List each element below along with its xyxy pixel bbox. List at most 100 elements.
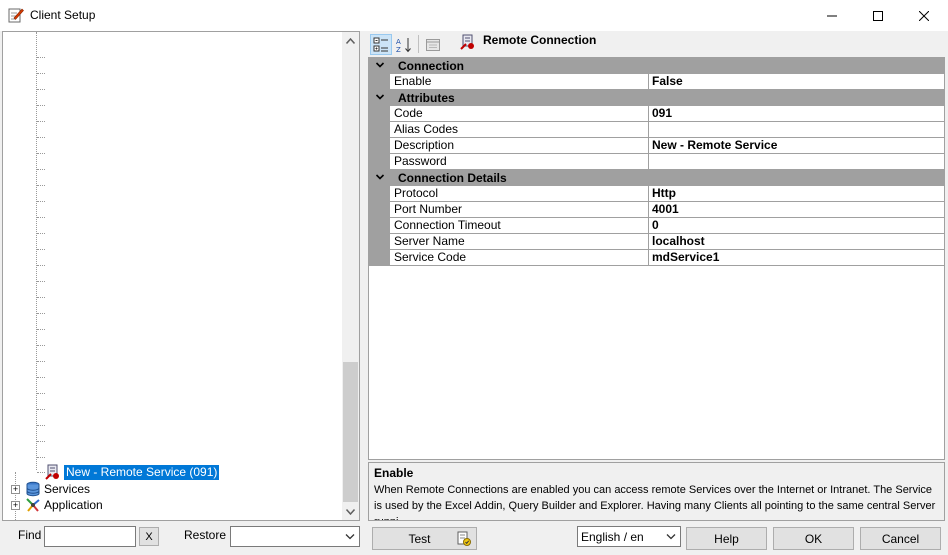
expand-services-button[interactable]: + [11, 485, 20, 494]
tree-guide-tick [37, 249, 45, 250]
property-name[interactable]: Code [390, 106, 648, 122]
row-margin [369, 122, 390, 138]
property-value[interactable]: Http [648, 186, 944, 202]
tree-item-label[interactable]: Application [44, 498, 103, 512]
property-value[interactable] [648, 122, 944, 138]
expand-application-button[interactable]: + [11, 501, 20, 510]
tree-guide-tick [37, 185, 45, 186]
tree-scrollbar[interactable] [342, 32, 359, 520]
tree-guide-line [36, 32, 37, 470]
property-value[interactable]: localhost [648, 234, 944, 250]
tree-guide-tick [37, 297, 45, 298]
property-value[interactable] [648, 154, 944, 170]
close-button[interactable] [901, 0, 947, 31]
tree-guide-tick [37, 169, 45, 170]
collapse-chevron-icon [375, 94, 385, 100]
description-text: When Remote Connections are enabled you … [374, 484, 936, 520]
tree-guide-tick [37, 73, 45, 74]
property-name[interactable]: Protocol [390, 186, 648, 202]
tree-item-application[interactable]: Application [25, 497, 103, 513]
property-value[interactable]: 0 [648, 218, 944, 234]
window-title: Client Setup [30, 8, 96, 22]
chevron-down-icon [346, 508, 355, 515]
category-attributes[interactable]: Attributes [369, 90, 944, 106]
tree-item-label[interactable]: Services [44, 482, 90, 496]
property-row-password[interactable]: Password [369, 154, 944, 170]
clear-find-button[interactable]: X [139, 527, 159, 546]
test-button[interactable]: Test [372, 527, 477, 550]
property-value[interactable]: mdService1 [648, 250, 944, 266]
property-name[interactable]: Service Code [390, 250, 648, 266]
property-name[interactable]: Password [390, 154, 648, 170]
maximize-button[interactable] [855, 0, 901, 31]
scroll-up-button[interactable] [342, 32, 359, 49]
language-select[interactable]: English / en [577, 526, 681, 547]
test-button-label: Test [408, 531, 431, 546]
row-margin [369, 74, 390, 90]
scroll-thumb[interactable] [343, 362, 358, 502]
property-row-protocol[interactable]: Protocol Http [369, 186, 944, 202]
property-pages-icon [426, 38, 440, 51]
row-margin [369, 218, 390, 234]
tree-guide-tick [37, 377, 45, 378]
property-row-server-name[interactable]: Server Name localhost [369, 234, 944, 250]
minimize-button[interactable] [809, 0, 855, 31]
alphabetical-button[interactable]: A Z [393, 34, 415, 55]
find-input[interactable] [44, 526, 136, 547]
tree-guide-tick [37, 265, 45, 266]
toolbar-separator [418, 35, 419, 53]
remote-connection-icon [45, 464, 61, 480]
tree-item-services[interactable]: Services [25, 481, 90, 497]
property-name[interactable]: Connection Timeout [390, 218, 648, 234]
property-value[interactable]: 091 [648, 106, 944, 122]
property-row-port-number[interactable]: Port Number 4001 [369, 202, 944, 218]
property-grid[interactable]: Connection Enable False Attributes Code … [368, 57, 945, 460]
tree-guide-tick [37, 137, 45, 138]
categorized-view-icon [373, 37, 388, 51]
tree-guide-tick [37, 105, 45, 106]
property-pages-button[interactable] [422, 34, 444, 55]
tree-guide-tick [37, 329, 45, 330]
property-row-description[interactable]: Description New - Remote Service [369, 138, 944, 154]
scroll-down-button[interactable] [342, 503, 359, 520]
row-margin [369, 106, 390, 122]
edit-pencil-icon [8, 7, 24, 23]
property-row-service-code[interactable]: Service Code mdService1 [369, 250, 944, 266]
tree-item-remote-service[interactable]: New - Remote Service (091) [45, 464, 220, 480]
property-row-connection-timeout[interactable]: Connection Timeout 0 [369, 218, 944, 234]
property-name[interactable]: Alias Codes [390, 122, 648, 138]
svg-text:Z: Z [396, 46, 401, 53]
row-margin [369, 186, 390, 202]
tree-view[interactable]: New - Remote Service (091) + Services + … [2, 31, 360, 521]
property-value[interactable]: New - Remote Service [648, 138, 944, 154]
cancel-button[interactable]: Cancel [860, 527, 941, 550]
ok-button[interactable]: OK [773, 527, 854, 550]
tree-item-label[interactable]: New - Remote Service (091) [64, 464, 220, 480]
maximize-icon [873, 10, 883, 21]
property-name[interactable]: Port Number [390, 202, 648, 218]
chevron-up-icon [346, 37, 355, 44]
tree-guide-tick [37, 409, 45, 410]
property-name[interactable]: Description [390, 138, 648, 154]
category-connection-details[interactable]: Connection Details [369, 170, 944, 186]
property-name[interactable]: Enable [390, 74, 648, 90]
help-button[interactable]: Help [686, 527, 767, 550]
property-value[interactable]: 4001 [648, 202, 944, 218]
property-value[interactable]: False [648, 74, 944, 90]
property-name[interactable]: Server Name [390, 234, 648, 250]
property-row-code[interactable]: Code 091 [369, 106, 944, 122]
close-icon [919, 10, 929, 21]
property-row-alias-codes[interactable]: Alias Codes [369, 122, 944, 138]
category-label: Attributes [398, 91, 455, 105]
restore-label: Restore [184, 528, 227, 542]
categorized-button[interactable] [370, 34, 392, 55]
find-label: Find [18, 528, 42, 542]
tree-guide-tick [37, 472, 45, 473]
tree-guide-tick [37, 393, 45, 394]
category-connection[interactable]: Connection [369, 58, 944, 74]
restore-select[interactable] [230, 526, 360, 547]
tree-guide-tick [37, 57, 45, 58]
property-row-enable[interactable]: Enable False [369, 74, 944, 90]
row-margin [369, 154, 390, 170]
tree-guide-tick [37, 217, 45, 218]
